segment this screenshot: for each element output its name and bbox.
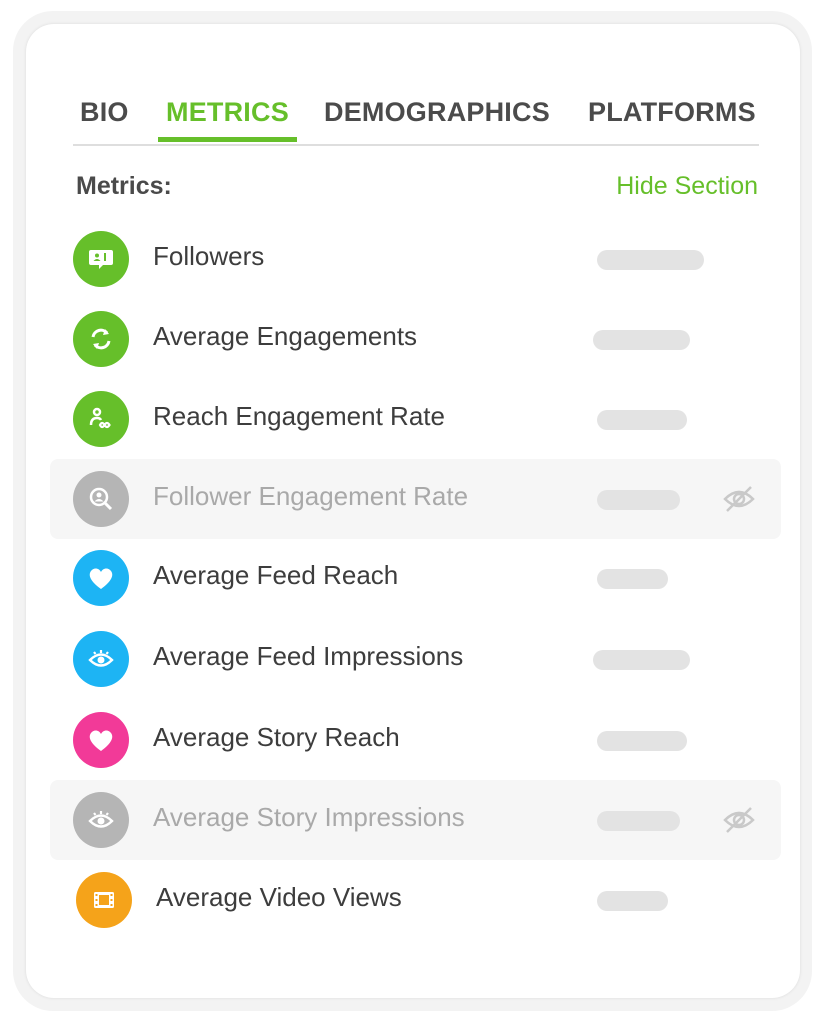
metric-value-placeholder bbox=[597, 811, 680, 831]
user-search-icon bbox=[73, 471, 129, 527]
metric-row-average-story-impressions[interactable]: Average Story Impressions bbox=[50, 780, 781, 860]
tab-metrics[interactable]: METRICS bbox=[158, 94, 297, 142]
metric-value-placeholder bbox=[597, 891, 668, 911]
metric-row-average-feed-impressions[interactable]: Average Feed Impressions bbox=[50, 619, 781, 699]
metric-label: Average Video Views bbox=[156, 882, 402, 912]
tab-platforms[interactable]: PLATFORMS bbox=[588, 94, 756, 142]
metric-value-placeholder bbox=[597, 410, 687, 430]
metric-label: Average Feed Reach bbox=[153, 560, 399, 590]
metric-label: Average Engagements bbox=[153, 321, 418, 351]
person-infinity-icon bbox=[73, 391, 129, 447]
metric-row-average-feed-reach[interactable]: Average Feed Reach bbox=[50, 538, 781, 618]
tab-bar: BIO METRICS DEMOGRAPHICS PLATFORMS bbox=[73, 94, 759, 146]
hide-section-link[interactable]: Hide Section bbox=[616, 172, 758, 201]
metric-value-placeholder bbox=[593, 330, 690, 350]
metric-value-placeholder bbox=[597, 731, 687, 751]
film-icon bbox=[76, 872, 132, 928]
metric-row-average-video-views[interactable]: Average Video Views bbox=[50, 860, 781, 940]
metric-label: Average Feed Impressions bbox=[153, 641, 464, 671]
heart-icon bbox=[73, 550, 129, 606]
metric-label: Reach Engagement Rate bbox=[153, 401, 445, 431]
heart-icon bbox=[73, 712, 129, 768]
metric-row-average-engagements[interactable]: Average Engagements bbox=[50, 299, 781, 379]
metric-value-placeholder bbox=[597, 490, 680, 510]
metric-label: Follower Engagement Rate bbox=[153, 481, 469, 511]
metric-row-follower-engagement-rate[interactable]: Follower Engagement Rate bbox=[50, 459, 781, 539]
metric-value-placeholder bbox=[597, 569, 668, 589]
section-title: Metrics: bbox=[76, 172, 172, 200]
eye-slash-icon[interactable] bbox=[723, 806, 755, 834]
eye-slash-icon[interactable] bbox=[723, 485, 755, 513]
metric-label: Followers bbox=[153, 241, 265, 271]
eye-icon bbox=[73, 792, 129, 848]
metric-value-placeholder bbox=[597, 250, 704, 270]
metric-value-placeholder bbox=[593, 650, 690, 670]
metric-row-reach-engagement-rate[interactable]: Reach Engagement Rate bbox=[50, 379, 781, 459]
chat-bubble-user-icon bbox=[73, 231, 129, 287]
metric-row-followers[interactable]: Followers bbox=[50, 219, 781, 299]
metric-label: Average Story Reach bbox=[153, 722, 400, 752]
metric-row-average-story-reach[interactable]: Average Story Reach bbox=[50, 700, 781, 780]
eye-icon bbox=[73, 631, 129, 687]
tab-demographics[interactable]: DEMOGRAPHICS bbox=[324, 94, 550, 142]
refresh-icon bbox=[73, 311, 129, 367]
metric-label: Average Story Impressions bbox=[153, 802, 465, 832]
tab-bio[interactable]: BIO bbox=[80, 94, 129, 142]
